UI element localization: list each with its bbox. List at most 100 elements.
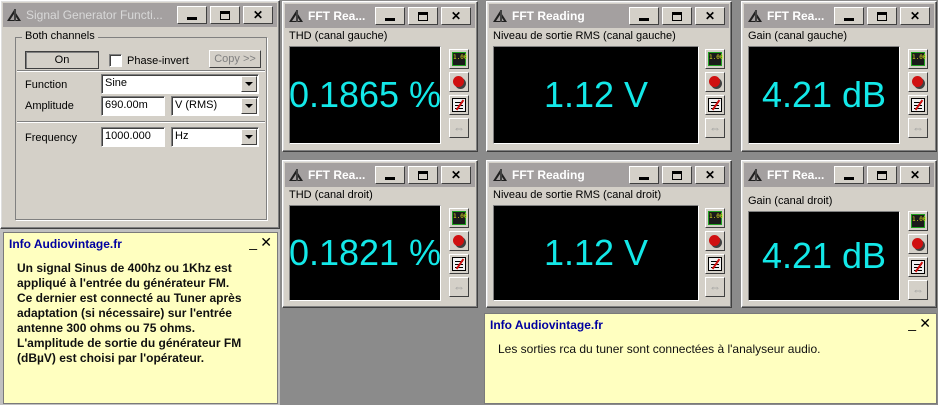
chevron-down-icon[interactable] — [241, 98, 257, 114]
separator — [17, 121, 265, 123]
grow-button[interactable]: ⇔ — [705, 277, 725, 297]
maximize-button[interactable] — [867, 166, 897, 184]
fft-titlebar[interactable]: FFT Reading ✕ — [489, 4, 729, 28]
side-toolbar: ⇔ — [705, 208, 725, 300]
record-button[interactable] — [449, 72, 469, 92]
phase-invert-checkbox[interactable] — [109, 54, 122, 67]
minimize-icon[interactable]: _ — [249, 234, 257, 250]
minimize-button[interactable] — [177, 6, 207, 24]
close-button[interactable]: ✕ — [243, 6, 273, 24]
fft-titlebar[interactable]: FFT Rea... ✕ — [744, 163, 934, 187]
numeric-display-button[interactable] — [908, 211, 928, 231]
group-label: Both channels — [22, 30, 98, 42]
reading-display: 0.1821 % — [289, 205, 441, 301]
settings-icon — [911, 260, 925, 274]
numeric-display-icon — [452, 52, 467, 66]
chevron-down-icon[interactable] — [241, 129, 257, 145]
frequency-value: 1000.000 — [105, 130, 151, 142]
fft-window-gain-right: FFT Rea... ✕ Gain (canal droit) 4.21 dB … — [741, 160, 937, 308]
window-title: FFT Rea... — [767, 9, 825, 23]
window-title: Signal Generator Functi... — [26, 8, 163, 22]
minimize-button[interactable] — [375, 7, 405, 25]
maximize-button[interactable] — [210, 6, 240, 24]
settings-button[interactable] — [908, 95, 928, 115]
record-button[interactable] — [705, 72, 725, 92]
fft-titlebar[interactable]: FFT Rea... ✕ — [285, 4, 475, 28]
numeric-display-button[interactable] — [705, 208, 725, 228]
maximize-button[interactable] — [408, 7, 438, 25]
minimize-button[interactable] — [834, 7, 864, 25]
info-body: Les sorties rca du tuner sont connectées… — [498, 342, 821, 356]
minimize-button[interactable] — [629, 7, 659, 25]
frequency-input[interactable]: 1000.000 — [101, 127, 165, 147]
reading-caption: Niveau de sortie RMS (canal droit) — [493, 189, 662, 201]
settings-button[interactable] — [705, 95, 725, 115]
fft-titlebar[interactable]: FFT Rea... ✕ — [285, 163, 475, 187]
copy-button[interactable]: Copy >> — [209, 50, 261, 68]
maximize-button[interactable] — [408, 166, 438, 184]
close-icon[interactable]: ✕ — [260, 234, 272, 251]
record-button[interactable] — [449, 231, 469, 251]
fft-titlebar[interactable]: FFT Reading ✕ — [489, 163, 729, 187]
chevron-down-icon[interactable] — [241, 76, 257, 92]
window-title: FFT Rea... — [767, 168, 825, 182]
numeric-display-icon — [911, 52, 926, 66]
record-icon — [709, 76, 720, 87]
record-button[interactable] — [908, 234, 928, 254]
signal-generator-titlebar[interactable]: Signal Generator Functi... ✕ — [3, 3, 277, 27]
amplitude-unit-select[interactable]: V (RMS) — [171, 96, 259, 116]
numeric-display-icon — [452, 211, 467, 225]
close-button[interactable]: ✕ — [695, 166, 725, 184]
close-icon[interactable]: ✕ — [919, 315, 931, 332]
fft-titlebar[interactable]: FFT Rea... ✕ — [744, 4, 934, 28]
close-button[interactable]: ✕ — [441, 7, 471, 25]
reading-caption: Niveau de sortie RMS (canal gauche) — [493, 30, 676, 42]
numeric-display-icon — [708, 211, 723, 225]
close-button[interactable]: ✕ — [695, 7, 725, 25]
minimize-button[interactable] — [834, 166, 864, 184]
app-icon — [746, 167, 764, 183]
settings-icon — [452, 98, 466, 112]
amplitude-value: 690.00m — [105, 99, 148, 111]
minimize-button[interactable] — [629, 166, 659, 184]
side-toolbar: ⇔ — [449, 49, 469, 141]
record-button[interactable] — [908, 72, 928, 92]
minimize-icon[interactable]: _ — [908, 315, 916, 331]
numeric-display-button[interactable] — [705, 49, 725, 69]
grow-button[interactable]: ⇔ — [908, 118, 928, 138]
frequency-unit-select[interactable]: Hz — [171, 127, 259, 147]
fft-window-thd-left: FFT Rea... ✕ THD (canal gauche) 0.1865 %… — [282, 1, 478, 152]
maximize-button[interactable] — [867, 7, 897, 25]
grow-icon: ⇔ — [912, 121, 924, 135]
numeric-display-icon — [708, 52, 723, 66]
close-button[interactable]: ✕ — [900, 7, 930, 25]
settings-button[interactable] — [705, 254, 725, 274]
numeric-display-button[interactable] — [449, 49, 469, 69]
window-title: FFT Rea... — [308, 168, 366, 182]
close-button[interactable]: ✕ — [900, 166, 930, 184]
close-button[interactable]: ✕ — [441, 166, 471, 184]
numeric-display-button[interactable] — [449, 208, 469, 228]
function-select[interactable]: Sine — [101, 74, 259, 94]
app-icon — [491, 167, 509, 183]
grow-button[interactable]: ⇔ — [705, 118, 725, 138]
maximize-button[interactable] — [662, 166, 692, 184]
settings-button[interactable] — [449, 254, 469, 274]
phase-invert-label: Phase-invert — [127, 55, 189, 67]
on-button[interactable]: On — [25, 51, 99, 69]
grow-icon: ⇔ — [453, 121, 465, 135]
amplitude-input[interactable]: 690.00m — [101, 96, 165, 116]
record-icon — [709, 235, 720, 246]
numeric-display-button[interactable] — [908, 49, 928, 69]
grow-button[interactable]: ⇔ — [449, 118, 469, 138]
record-button[interactable] — [705, 231, 725, 251]
grow-button[interactable]: ⇔ — [449, 277, 469, 297]
window-title: FFT Reading — [512, 168, 585, 182]
record-icon — [912, 238, 923, 249]
settings-button[interactable] — [908, 257, 928, 277]
fft-window-thd-right: FFT Rea... ✕ THD (canal droit) 0.1821 % … — [282, 160, 478, 308]
settings-button[interactable] — [449, 95, 469, 115]
grow-button[interactable]: ⇔ — [908, 280, 928, 300]
minimize-button[interactable] — [375, 166, 405, 184]
maximize-button[interactable] — [662, 7, 692, 25]
